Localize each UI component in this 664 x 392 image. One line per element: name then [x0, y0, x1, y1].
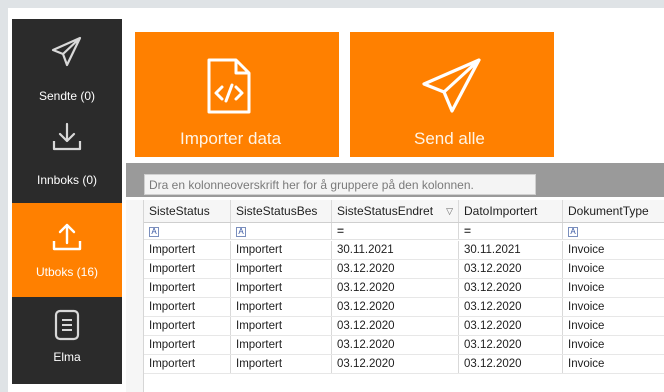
sort-descending-icon: ▽ [446, 206, 453, 216]
table-row[interactable]: Importert Importert 30.11.2021 30.11.2021 In… [144, 241, 664, 260]
import-data-button[interactable]: Importer data [135, 32, 339, 157]
filter-cell[interactable]: = [459, 223, 563, 239]
column-header-sistestatusbes[interactable]: SisteStatusBes [231, 200, 332, 222]
paper-plane-icon [422, 58, 481, 113]
cell-sistestatusendret: 03.12.2020 [332, 355, 459, 373]
filter-row: A A = = A [144, 223, 664, 240]
cell-sistestatusendret: 30.11.2021 [332, 241, 459, 259]
cell-sistestatusbes: Importert [231, 298, 332, 316]
text-filter-icon: A [149, 227, 159, 237]
cell-datoimportert: 03.12.2020 [459, 260, 563, 278]
table-row[interactable]: Importert Importert 03.12.2020 03.12.2020 In… [144, 260, 664, 279]
code-file-icon [207, 58, 251, 114]
table-row[interactable]: Importert Importert 03.12.2020 03.12.2020 In… [144, 279, 664, 298]
filter-cell[interactable]: = [332, 223, 459, 239]
cell-datoimportert: 03.12.2020 [459, 355, 563, 373]
column-header-sistestatus[interactable]: SisteStatus [144, 200, 231, 222]
cell-datoimportert: 03.12.2020 [459, 279, 563, 297]
cell-sistestatusbes: Importert [231, 336, 332, 354]
text-filter-icon: A [236, 227, 246, 237]
column-header-datoimportert[interactable]: DatoImportert [459, 200, 563, 222]
cell-dokumenttype: Invoice [568, 320, 605, 332]
cell-sistestatus: Importert [144, 241, 231, 259]
group-by-panel[interactable]: Dra en kolonneoverskrift her for å grupp… [126, 163, 664, 197]
column-header-sistestatusendret[interactable]: SisteStatusEndret ▽ [332, 200, 459, 222]
download-icon [52, 122, 82, 151]
cell-sistestatus: Importert [144, 260, 231, 278]
sidebar-item-sendte[interactable]: Sendte (0) [12, 19, 122, 111]
table-row[interactable]: Importert Importert 03.12.2020 03.12.2020 In… [144, 355, 664, 374]
cell-datoimportert: 03.12.2020 [459, 336, 563, 354]
filter-cell[interactable]: A [231, 223, 332, 239]
cell-sistestatus: Importert [144, 298, 231, 316]
table-row[interactable]: Importert Importert 03.12.2020 03.12.2020 In… [144, 336, 664, 355]
cell-datoimportert: 03.12.2020 [459, 317, 563, 335]
cell-sistestatusendret: 03.12.2020 [332, 298, 459, 316]
cell-sistestatusbes: Importert [231, 355, 332, 373]
cell-sistestatusendret: 03.12.2020 [332, 336, 459, 354]
sidebar-item-elma[interactable]: Elma [12, 297, 122, 384]
send-all-label: Send alle [414, 129, 485, 148]
table-row[interactable]: Importert Importert 03.12.2020 03.12.2020 In… [144, 298, 664, 317]
paper-plane-icon [51, 36, 82, 67]
column-header-row: SisteStatus SisteStatusBes SisteStatusEn… [144, 200, 664, 223]
cell-dokumenttype: Invoice [568, 301, 605, 313]
sidebar-item-label: Utboks (16) [35, 265, 99, 279]
column-header-label: SisteStatusEndret [337, 204, 434, 218]
table-row[interactable]: Importert Importert 03.12.2020 03.12.2020 In… [144, 317, 664, 336]
cell-dokumenttype: Invoice [568, 263, 605, 275]
text-filter-icon: A [568, 227, 578, 237]
row-indicator-column [126, 200, 144, 392]
cell-sistestatusendret: 03.12.2020 [332, 279, 459, 297]
sidebar: Sendte (0) Innboks (0) Utboks (16) Elma [12, 19, 122, 384]
send-all-button[interactable]: Send alle [350, 32, 554, 157]
column-header-dokumenttype[interactable]: DokumentType [563, 200, 664, 222]
document-icon [54, 309, 80, 341]
cell-dokumenttype: Invoice [568, 244, 605, 256]
cell-sistestatusbes: Importert [231, 260, 332, 278]
sidebar-item-utboks[interactable]: Utboks (16) [12, 203, 122, 297]
equals-filter-icon: = [464, 224, 472, 238]
group-by-hint: Dra en kolonneoverskrift her for å grupp… [144, 174, 536, 195]
cell-sistestatusbes: Importert [231, 317, 332, 335]
cell-sistestatusendret: 03.12.2020 [332, 260, 459, 278]
cell-sistestatus: Importert [144, 279, 231, 297]
sidebar-item-label: Sendte (0) [38, 89, 96, 103]
filter-cell[interactable]: A [144, 223, 231, 239]
import-data-label: Importer data [180, 129, 282, 148]
sidebar-item-label: Elma [53, 350, 81, 364]
cell-dokumenttype: Invoice [568, 282, 605, 294]
equals-filter-icon: = [337, 224, 345, 238]
cell-datoimportert: 03.12.2020 [459, 298, 563, 316]
cell-sistestatusbes: Importert [231, 241, 332, 259]
cell-sistestatus: Importert [144, 317, 231, 335]
cell-sistestatusbes: Importert [231, 279, 332, 297]
cell-dokumenttype: Invoice [568, 339, 605, 351]
filter-cell[interactable]: A [563, 223, 664, 239]
upload-icon [52, 223, 82, 251]
sidebar-item-label: Innboks (0) [36, 173, 98, 187]
cell-datoimportert: 30.11.2021 [459, 241, 563, 259]
cell-sistestatusendret: 03.12.2020 [332, 317, 459, 335]
cell-sistestatus: Importert [144, 336, 231, 354]
cell-sistestatus: Importert [144, 355, 231, 373]
cell-dokumenttype: Invoice [568, 358, 605, 370]
sidebar-item-innboks[interactable]: Innboks (0) [12, 111, 122, 203]
outbox-grid: Dra en kolonneoverskrift her for å grupp… [122, 163, 664, 392]
toolbar: Importer data Send alle [122, 19, 664, 163]
